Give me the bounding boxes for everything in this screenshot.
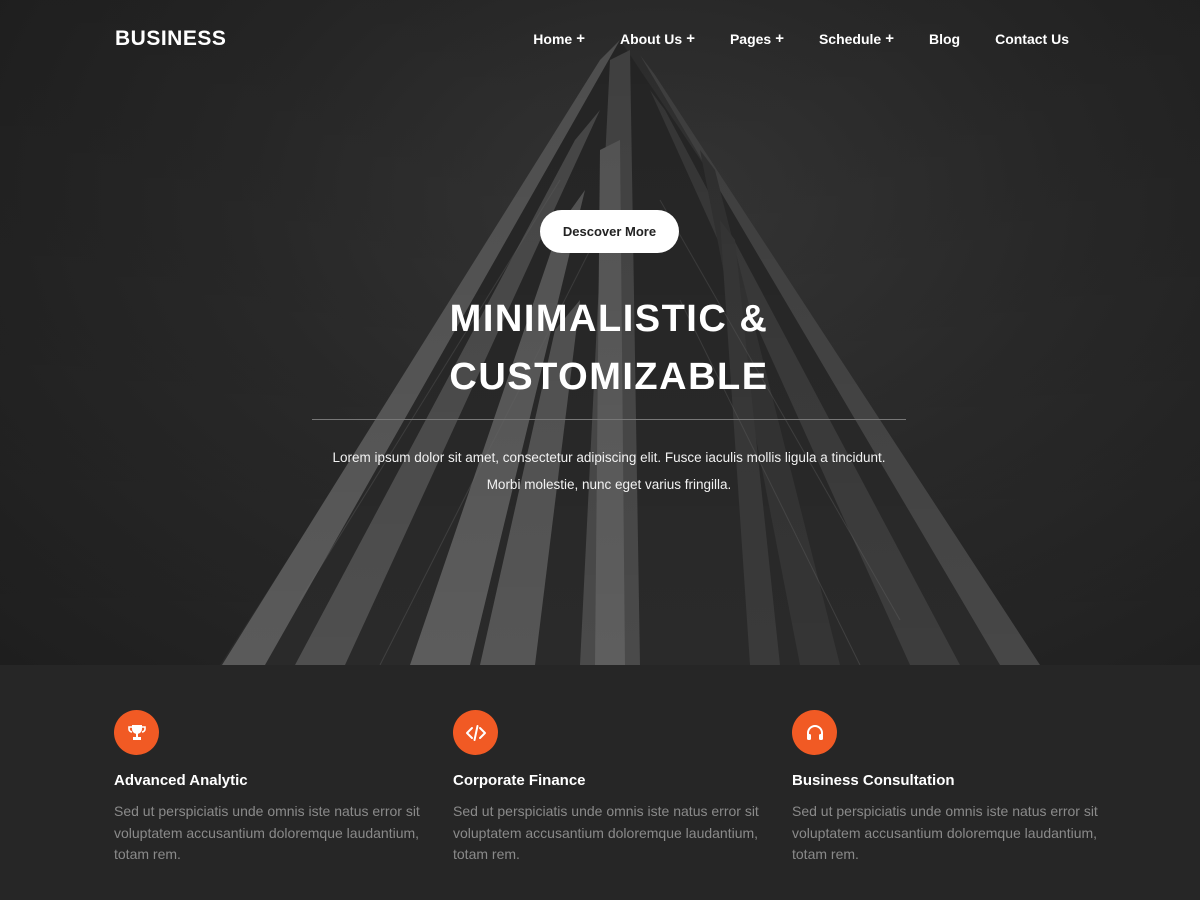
feature-title: Business Consultation (792, 772, 955, 789)
code-icon (453, 710, 498, 755)
nav-item-home[interactable]: Home + (533, 30, 585, 47)
hero-title: MINIMALISTIC & CUSTOMIZABLE (300, 290, 918, 406)
nav-item-label: Blog (928, 30, 961, 47)
main-navigation: BUSINESS Home + About Us + Pages + Schedule… (0, 0, 1200, 80)
nav-item-blog[interactable]: Blog (929, 30, 960, 47)
nav-item-label: About Us (619, 30, 683, 47)
feature-title: Corporate Finance (453, 772, 586, 789)
feature-text: Sed ut perspiciatis unde omnis iste natu… (453, 803, 759, 862)
features-section: Advanced Analytic Sed ut perspiciatis un… (0, 665, 1200, 900)
plus-icon: + (686, 30, 695, 47)
nav-menu: Home + About Us + Pages + Schedule + Blog Co… (498, 30, 1069, 47)
feature-title: Advanced Analytic (114, 772, 248, 789)
discover-more-button[interactable]: Descover More (540, 210, 679, 253)
hero-title-line-1: MINIMALISTIC & (449, 298, 769, 340)
hero-section: BUSINESS Home + About Us + Pages + Schedule… (0, 0, 1200, 665)
plus-icon: + (885, 30, 894, 47)
plus-icon: + (576, 30, 585, 47)
feature-corporate-finance: Corporate Finance Sed ut perspiciatis un… (453, 710, 773, 866)
headphones-icon (792, 710, 837, 755)
nav-item-contact-us[interactable]: Contact Us (995, 30, 1069, 47)
feature-text: Sed ut perspiciatis unde omnis iste natu… (792, 803, 1098, 862)
feature-text: Sed ut perspiciatis unde omnis iste natu… (114, 803, 420, 862)
hero-title-line-2: CUSTOMIZABLE (449, 356, 769, 398)
hero-divider (312, 419, 906, 420)
feature-business-consultation: Business Consultation Sed ut perspiciati… (792, 710, 1112, 866)
nav-item-label: Home (533, 30, 573, 47)
nav-item-label: Pages (729, 30, 772, 47)
nav-item-pages[interactable]: Pages + (730, 30, 784, 47)
feature-advanced-analytic: Advanced Analytic Sed ut perspiciatis un… (114, 710, 434, 866)
site-logo[interactable]: BUSINESS (115, 27, 226, 51)
nav-item-about-us[interactable]: About Us + (620, 30, 695, 47)
trophy-icon (114, 710, 159, 755)
plus-icon: + (775, 30, 784, 47)
nav-item-label: Contact Us (995, 30, 1069, 47)
nav-item-label: Schedule (818, 30, 882, 47)
nav-item-schedule[interactable]: Schedule + (819, 30, 894, 47)
hero-description: Lorem ipsum dolor sit amet, consectetur … (332, 450, 886, 492)
